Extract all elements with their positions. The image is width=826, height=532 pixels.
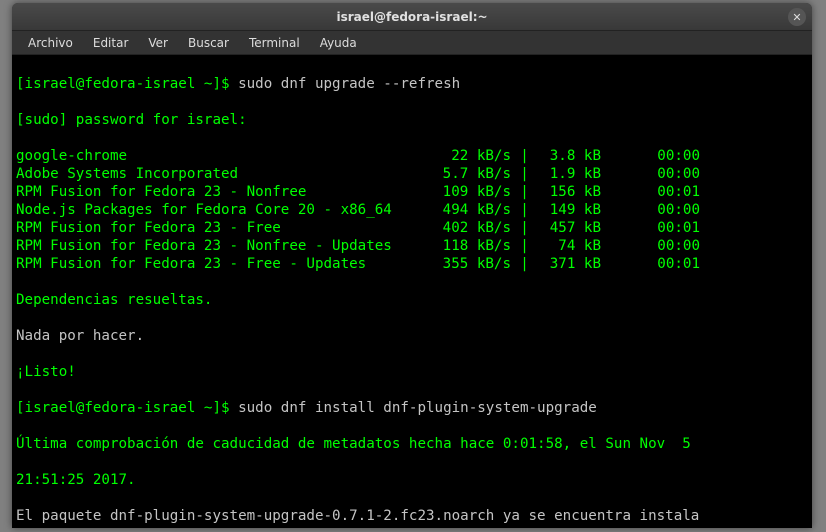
- repo-speed: 355 kB/s: [421, 255, 511, 273]
- repo-size: 74 kB: [538, 237, 601, 255]
- repo-size: 1.9 kB: [538, 165, 601, 183]
- separator: |: [511, 147, 538, 165]
- repo-row: Adobe Systems Incorporated5.7 kB/s|1.9 k…: [16, 165, 808, 183]
- repo-speed: 494 kB/s: [421, 201, 511, 219]
- separator: |: [511, 237, 538, 255]
- repo-speed: 5.7 kB/s: [421, 165, 511, 183]
- repo-speed: 22 kB/s: [421, 147, 511, 165]
- window-title: israel@fedora-israel:~: [336, 10, 487, 24]
- msg-nada: Nada por hacer.: [16, 327, 808, 345]
- msg-listo: ¡Listo!: [16, 363, 808, 381]
- repo-row: RPM Fusion for Fedora 23 - Nonfree109 kB…: [16, 183, 808, 201]
- terminal-window: israel@fedora-israel:~ ✕ Archivo Editar …: [12, 3, 812, 528]
- repo-speed: 109 kB/s: [421, 183, 511, 201]
- repo-time: 00:01: [601, 219, 700, 237]
- separator: |: [511, 201, 538, 219]
- repo-row: Node.js Packages for Fedora Core 20 - x8…: [16, 201, 808, 219]
- prompt: [israel@fedora-israel ~]$: [16, 400, 238, 416]
- repo-time: 00:00: [601, 147, 700, 165]
- separator: |: [511, 165, 538, 183]
- repo-row: RPM Fusion for Fedora 23 - Free402 kB/s|…: [16, 219, 808, 237]
- msg-meta2: 21:51:25 2017.: [16, 471, 808, 489]
- msg-deps: Dependencias resueltas.: [16, 291, 808, 309]
- repo-row: RPM Fusion for Fedora 23 - Free - Update…: [16, 255, 808, 273]
- menu-archivo[interactable]: Archivo: [18, 33, 83, 53]
- repo-row: google-chrome22 kB/s|3.8 kB00:00: [16, 147, 808, 165]
- menu-editar[interactable]: Editar: [83, 33, 139, 53]
- command-2: sudo dnf install dnf-plugin-system-upgra…: [238, 400, 597, 416]
- repo-name: Adobe Systems Incorporated: [16, 165, 421, 183]
- repo-name: RPM Fusion for Fedora 23 - Nonfree - Upd…: [16, 237, 421, 255]
- menu-ver[interactable]: Ver: [138, 33, 178, 53]
- separator: |: [511, 219, 538, 237]
- close-icon[interactable]: ✕: [788, 8, 806, 26]
- msg-pkg1: El paquete dnf-plugin-system-upgrade-0.7…: [16, 507, 808, 525]
- repo-name: RPM Fusion for Fedora 23 - Free - Update…: [16, 255, 421, 273]
- command-1: sudo dnf upgrade --refresh: [238, 76, 460, 92]
- repo-speed: 118 kB/s: [421, 237, 511, 255]
- terminal-output[interactable]: [israel@fedora-israel ~]$ sudo dnf upgra…: [12, 55, 812, 528]
- repo-size: 457 kB: [538, 219, 601, 237]
- menubar: Archivo Editar Ver Buscar Terminal Ayuda: [12, 31, 812, 55]
- menu-terminal[interactable]: Terminal: [239, 33, 310, 53]
- menu-ayuda[interactable]: Ayuda: [310, 33, 367, 53]
- repo-size: 3.8 kB: [538, 147, 601, 165]
- msg-meta1: Última comprobación de caducidad de meta…: [16, 435, 808, 453]
- repo-name: Node.js Packages for Fedora Core 20 - x8…: [16, 201, 421, 219]
- repo-size: 371 kB: [538, 255, 601, 273]
- repo-name: RPM Fusion for Fedora 23 - Free: [16, 219, 421, 237]
- repo-speed: 402 kB/s: [421, 219, 511, 237]
- repo-name: RPM Fusion for Fedora 23 - Nonfree: [16, 183, 421, 201]
- repo-row: RPM Fusion for Fedora 23 - Nonfree - Upd…: [16, 237, 808, 255]
- repo-time: 00:01: [601, 183, 700, 201]
- repo-size: 149 kB: [538, 201, 601, 219]
- repo-time: 00:00: [601, 201, 700, 219]
- repo-time: 00:01: [601, 255, 700, 273]
- repo-name: google-chrome: [16, 147, 421, 165]
- repo-time: 00:00: [601, 165, 700, 183]
- sudo-prompt: [sudo] password for israel:: [16, 111, 808, 129]
- menu-buscar[interactable]: Buscar: [178, 33, 239, 53]
- repo-size: 156 kB: [538, 183, 601, 201]
- separator: |: [511, 183, 538, 201]
- separator: |: [511, 255, 538, 273]
- titlebar[interactable]: israel@fedora-israel:~ ✕: [12, 3, 812, 31]
- repo-time: 00:00: [601, 237, 700, 255]
- prompt: [israel@fedora-israel ~]$: [16, 76, 238, 92]
